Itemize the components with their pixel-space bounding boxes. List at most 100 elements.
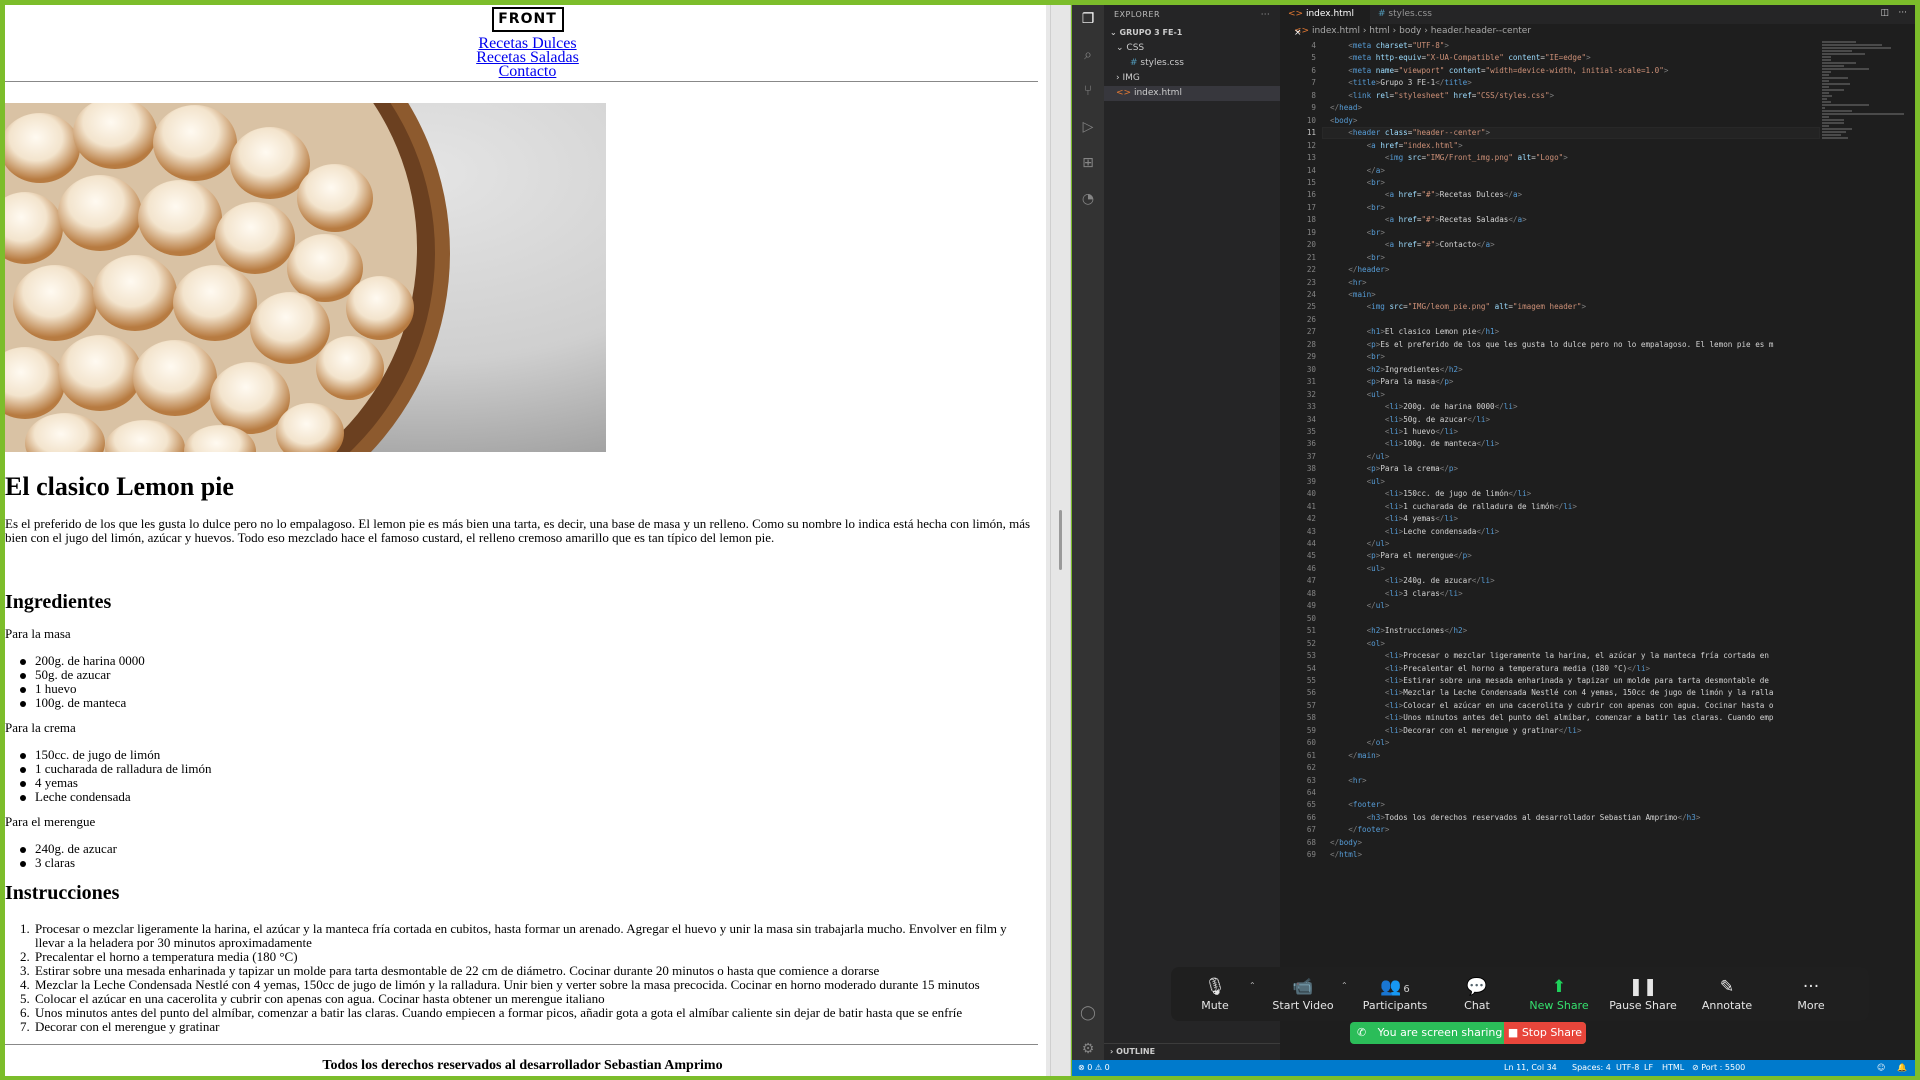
- code-line[interactable]: <link rel="stylesheet" href="CSS/styles.…: [1330, 91, 1554, 100]
- code-line[interactable]: <title>Grupo 3 FE-1</title>: [1330, 78, 1471, 87]
- divider-grip[interactable]: [1059, 510, 1062, 570]
- code-line[interactable]: <li>100g. de manteca</li>: [1330, 439, 1499, 448]
- outline-section[interactable]: › OUTLINE: [1104, 1043, 1280, 1059]
- code-line[interactable]: <footer>: [1330, 800, 1385, 809]
- code-line[interactable]: </ul>: [1330, 539, 1390, 548]
- code-line[interactable]: <li>1 huevo</li>: [1330, 427, 1458, 436]
- code-line[interactable]: <li>200g. de harina 0000</li>: [1330, 402, 1518, 411]
- code-line[interactable]: </header>: [1330, 265, 1389, 274]
- tree-folder-img[interactable]: › IMG: [1104, 71, 1280, 86]
- start-video-button[interactable]: 📹 Start Video ⌃: [1263, 975, 1347, 1019]
- explorer-more-icon[interactable]: ···: [1261, 5, 1270, 25]
- code-line[interactable]: <li>Leche condensada</li>: [1330, 527, 1499, 536]
- code-line[interactable]: <br>: [1330, 203, 1385, 212]
- code-line[interactable]: <li>1 cucharada de ralladura de limón</l…: [1330, 502, 1577, 511]
- code-line[interactable]: <a href="#">Recetas Saladas</a>: [1330, 215, 1527, 224]
- participants-button[interactable]: 👥 6 Participants: [1355, 975, 1435, 1019]
- code-line[interactable]: <h1>El clasico Lemon pie</h1>: [1330, 327, 1500, 336]
- tree-folder-css[interactable]: ⌄ CSS: [1104, 41, 1280, 56]
- code-line[interactable]: </ul>: [1330, 452, 1390, 461]
- chevron-up-icon[interactable]: ⌃: [1341, 981, 1348, 990]
- code-line[interactable]: <li>50g. de azucar</li>: [1330, 415, 1490, 424]
- tree-file-styles-css[interactable]: # styles.css: [1104, 56, 1280, 71]
- code-line[interactable]: <img src="IMG/leom_pie.png" alt="imagem …: [1330, 302, 1587, 311]
- pause-share-button[interactable]: ❚❚ Pause Share: [1603, 975, 1683, 1019]
- code-line[interactable]: <li>240g. de azucar</li>: [1330, 576, 1495, 585]
- search-icon[interactable]: ⌕: [1080, 47, 1096, 63]
- code-line[interactable]: <ul>: [1330, 477, 1385, 486]
- code-line[interactable]: <meta charset="UTF-8">: [1330, 41, 1449, 50]
- code-line[interactable]: <body>: [1330, 116, 1357, 125]
- code-line[interactable]: <h2>Ingredientes</h2>: [1330, 365, 1463, 374]
- code-line[interactable]: <p>Para la crema</p>: [1330, 464, 1458, 473]
- code-line[interactable]: <img src="IMG/Front_img.png" alt="Logo">: [1330, 153, 1568, 162]
- workspace-header[interactable]: ⌄ GRUPO 3 FE-1: [1104, 25, 1280, 41]
- code-line[interactable]: <li>Unos minutos antes del punto del alm…: [1330, 713, 1774, 722]
- breadcrumb-item[interactable]: html: [1369, 26, 1390, 36]
- encoding-status[interactable]: UTF-8: [1616, 1060, 1639, 1076]
- extensions-icon[interactable]: ⊞: [1080, 155, 1096, 171]
- code-line[interactable]: <h3>Todos los derechos reservados al des…: [1330, 813, 1701, 822]
- code-line[interactable]: <header class="header--center">: [1330, 128, 1490, 137]
- code-line[interactable]: </head>: [1330, 103, 1362, 112]
- source-control-icon[interactable]: ⑂: [1080, 83, 1096, 99]
- split-divider[interactable]: [1050, 5, 1071, 1076]
- nav-link-contacto[interactable]: Contacto: [5, 64, 1050, 80]
- notifications-icon[interactable]: 🔔: [1897, 1060, 1907, 1076]
- eol-status[interactable]: LF: [1644, 1060, 1653, 1076]
- code-line[interactable]: <meta http-equiv="X-UA-Compatible" conte…: [1330, 53, 1590, 62]
- editor-scrollbar[interactable]: [1907, 41, 1915, 1060]
- breadcrumb-item[interactable]: body: [1399, 26, 1421, 36]
- code-line[interactable]: <ul>: [1330, 564, 1385, 573]
- code-line[interactable]: <li>Estirar sobre una mesada enharinada …: [1330, 676, 1769, 685]
- code-line[interactable]: <li>Precalentar el horno a temperatura m…: [1330, 664, 1650, 673]
- remote-icon[interactable]: ◔: [1080, 191, 1096, 207]
- minimap[interactable]: [1822, 41, 1908, 201]
- more-button[interactable]: ··· More: [1771, 975, 1851, 1019]
- code-line[interactable]: <p>Es el preferido de los que les gusta …: [1330, 340, 1774, 349]
- language-mode[interactable]: HTML: [1662, 1060, 1684, 1076]
- code-line[interactable]: </main>: [1330, 751, 1380, 760]
- code-line[interactable]: <p>Para la masa</p>: [1330, 377, 1454, 386]
- code-line[interactable]: <li>3 claras</li>: [1330, 589, 1463, 598]
- new-share-button[interactable]: ⬆ New Share: [1519, 975, 1599, 1019]
- code-line[interactable]: <li>Colocar el azúcar en una cacerolita …: [1330, 701, 1774, 710]
- tab-styles-css[interactable]: # styles.css: [1370, 5, 1450, 24]
- settings-gear-icon[interactable]: ⚙: [1080, 1041, 1096, 1057]
- code-line[interactable]: <br>: [1330, 178, 1385, 187]
- code-line[interactable]: <li>4 yemas</li>: [1330, 514, 1458, 523]
- code-line[interactable]: <li>150cc. de jugo de limón</li>: [1330, 489, 1531, 498]
- code-line[interactable]: <a href="#">Contacto</a>: [1330, 240, 1495, 249]
- code-line[interactable]: </html>: [1330, 850, 1362, 859]
- code-line[interactable]: <li>Procesar o mezclar ligeramente la ha…: [1330, 651, 1769, 660]
- stop-share-button[interactable]: ■ Stop Share: [1504, 1022, 1586, 1044]
- breadcrumb-item[interactable]: index.html: [1312, 26, 1360, 36]
- account-icon[interactable]: ◯: [1080, 1005, 1096, 1021]
- code-line[interactable]: <li>Mezclar la Leche Condensada Nestlé c…: [1330, 688, 1774, 697]
- explorer-icon[interactable]: ❐: [1080, 11, 1096, 27]
- chat-button[interactable]: 💬 Chat: [1437, 975, 1517, 1019]
- split-editor-icon[interactable]: ◫: [1880, 8, 1889, 18]
- code-line[interactable]: <hr>: [1330, 278, 1366, 287]
- live-server-port[interactable]: ⊘ Port : 5500: [1692, 1060, 1745, 1076]
- close-icon[interactable]: ×: [1294, 28, 1302, 38]
- code-line[interactable]: <ol>: [1330, 639, 1385, 648]
- tab-index-html[interactable]: <> index.html ×: [1280, 5, 1370, 38]
- code-line[interactable]: <p>Para el merengue</p>: [1330, 551, 1472, 560]
- code-line[interactable]: </ol>: [1330, 738, 1390, 747]
- code-line[interactable]: </a>: [1330, 166, 1385, 175]
- logo-link[interactable]: FRONT: [491, 6, 564, 32]
- indentation-status[interactable]: Spaces: 4: [1572, 1060, 1611, 1076]
- code-line[interactable]: <hr>: [1330, 776, 1366, 785]
- code-line[interactable]: <main>: [1330, 290, 1375, 299]
- annotate-button[interactable]: ✎ Annotate: [1687, 975, 1767, 1019]
- code-line[interactable]: </body>: [1330, 838, 1362, 847]
- problems-status[interactable]: ⊗ 0 ⚠ 0: [1078, 1060, 1110, 1076]
- code-line[interactable]: </ul>: [1330, 601, 1390, 610]
- code-line[interactable]: <li>Decorar con el merengue y gratinar</…: [1330, 726, 1582, 735]
- code-line[interactable]: <br>: [1330, 228, 1385, 237]
- code-line[interactable]: <a href="#">Recetas Dulces</a>: [1330, 190, 1522, 199]
- code-line[interactable]: <h2>Instrucciones</h2>: [1330, 626, 1468, 635]
- code-line[interactable]: <br>: [1330, 253, 1385, 262]
- code-line[interactable]: <a href="index.html">: [1330, 141, 1463, 150]
